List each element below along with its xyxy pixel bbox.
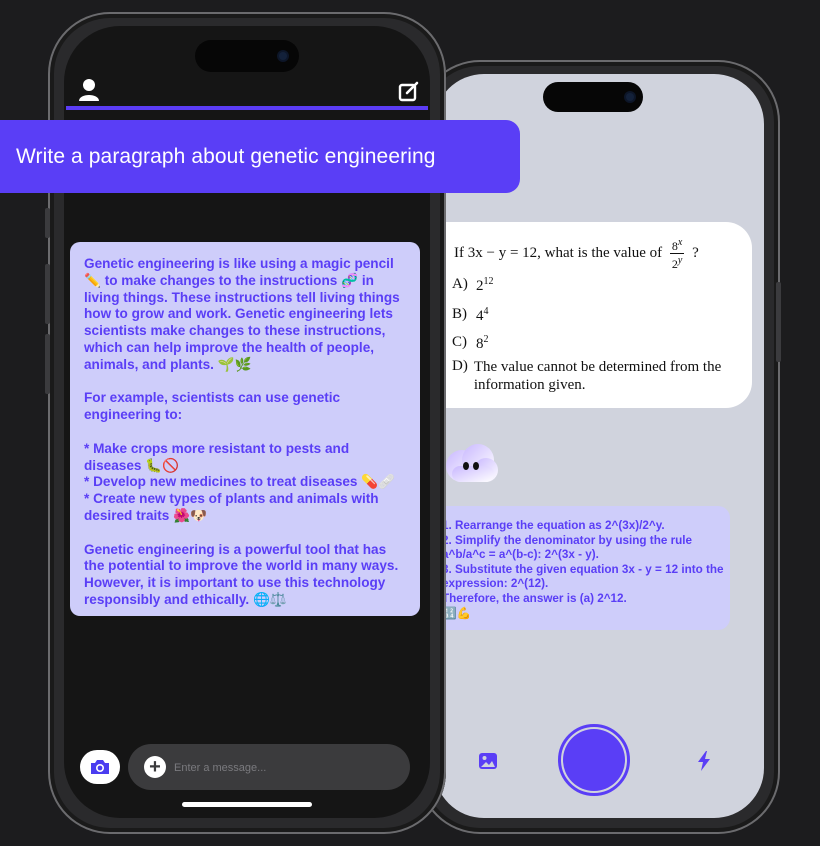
capture-toolbar — [434, 720, 764, 800]
assistant-message-text: Genetic engineering is like using a magi… — [84, 256, 400, 607]
volume-down-button — [45, 334, 50, 394]
power-button — [776, 282, 781, 362]
option-d: D) The value cannot be determined from t… — [452, 358, 722, 393]
action-button — [45, 208, 50, 238]
solution-text: 1. Rearrange the equation as 2^(3x)/2^y.… — [442, 519, 724, 620]
home-indicator — [182, 802, 312, 807]
option-c: C) 82 — [452, 334, 489, 352]
chat-header — [64, 26, 430, 112]
cloud-mascot-icon — [446, 444, 498, 482]
user-prompt-text: Write a paragraph about genetic engineer… — [16, 144, 436, 168]
image-icon[interactable] — [478, 752, 498, 770]
option-a: A) 212 — [452, 276, 494, 294]
message-field[interactable]: + — [128, 744, 410, 790]
question-fraction: 8x 2y — [669, 237, 685, 271]
message-input[interactable] — [172, 757, 346, 779]
assistant-message: Genetic engineering is like using a magi… — [70, 242, 420, 616]
question-stem: If 3x − y = 12, what is the value of 8x … — [454, 237, 699, 271]
shutter-button[interactable] — [558, 724, 630, 796]
solution-card: 1. Rearrange the equation as 2^(3x)/2^y.… — [434, 506, 730, 630]
person-icon[interactable] — [78, 78, 100, 102]
message-composer: + — [64, 742, 430, 792]
option-b: B) 44 — [452, 306, 489, 324]
camera-button[interactable] — [80, 750, 120, 784]
user-prompt-bubble: Write a paragraph about genetic engineer… — [0, 120, 520, 193]
volume-up-button — [45, 264, 50, 324]
question-card: If 3x − y = 12, what is the value of 8x … — [434, 222, 752, 408]
lightning-icon[interactable] — [696, 750, 712, 772]
compose-icon[interactable] — [398, 80, 420, 102]
dynamic-island — [543, 82, 643, 112]
camera-icon — [91, 760, 109, 774]
header-divider — [66, 106, 428, 110]
plus-icon[interactable]: + — [144, 756, 166, 778]
